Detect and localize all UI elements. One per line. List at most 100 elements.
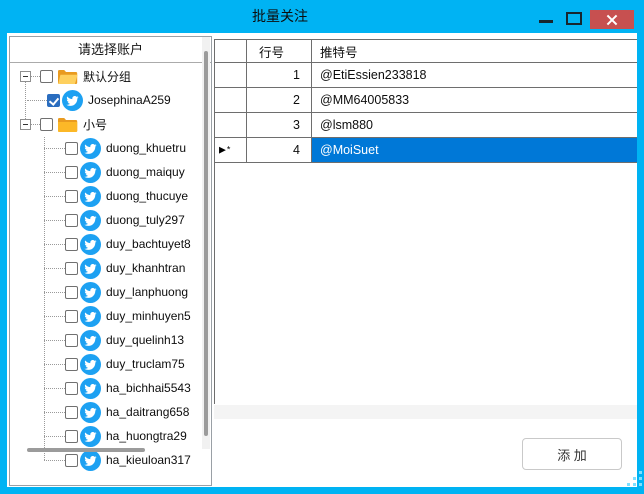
handle-column-header: 推特号 bbox=[312, 40, 637, 62]
tree-item-label: duong_tuly297 bbox=[106, 213, 185, 227]
tree-connector bbox=[44, 148, 65, 149]
checkbox[interactable] bbox=[65, 406, 78, 419]
tree-connector bbox=[44, 340, 65, 341]
table-body: 1@EtiEssien2338182@MM640058333@lsm880 ▶* 4… bbox=[215, 63, 637, 163]
tree-account-row[interactable]: duong_khuetru bbox=[10, 136, 202, 160]
twitter-icon bbox=[80, 402, 101, 423]
tree-connector bbox=[31, 124, 40, 125]
tree-item-label: 小号 bbox=[83, 116, 107, 133]
checkbox[interactable] bbox=[65, 430, 78, 443]
tree-horizontal-scrollbar-thumb[interactable] bbox=[27, 448, 145, 452]
tree-item-label: duy_lanphuong bbox=[106, 285, 188, 299]
table-row[interactable]: 1@EtiEssien233818 bbox=[215, 63, 637, 88]
checkbox[interactable] bbox=[65, 190, 78, 203]
checkbox[interactable] bbox=[65, 142, 78, 155]
checkbox[interactable] bbox=[65, 382, 78, 395]
twitter-icon bbox=[80, 450, 101, 471]
tree-item-label: 默认分组 bbox=[83, 68, 131, 85]
row-number-cell[interactable]: 2 bbox=[247, 88, 312, 112]
tree-account-row[interactable]: JosephinaA259 bbox=[10, 88, 202, 112]
account-tree-panel: 请选择账户 默认分组 JosephinaA259 小号 duong_khuetrudu… bbox=[9, 36, 212, 486]
row-header-cell[interactable]: ▶* bbox=[215, 138, 247, 162]
table-row[interactable]: ▶* 4@MoiSuet bbox=[215, 138, 637, 163]
tree-connector bbox=[44, 196, 65, 197]
row-header-cell[interactable] bbox=[215, 63, 247, 87]
tree-account-row[interactable]: duy_bachtuyet8 bbox=[10, 232, 202, 256]
tree-connector-line bbox=[25, 82, 26, 119]
twitter-icon bbox=[80, 378, 101, 399]
tree-item-label: duy_khanhtran bbox=[106, 261, 185, 275]
row-header-column-header bbox=[215, 40, 247, 62]
tree-account-row[interactable]: duy_lanphuong bbox=[10, 280, 202, 304]
tree-item-label: ha_daitrang658 bbox=[106, 405, 189, 419]
row-header-cell[interactable] bbox=[215, 113, 247, 137]
checkbox[interactable] bbox=[65, 334, 78, 347]
tree-vertical-scrollbar-thumb[interactable] bbox=[204, 51, 208, 436]
tree-account-row[interactable]: duy_quelinh13 bbox=[10, 328, 202, 352]
tree-account-row[interactable]: ha_daitrang658 bbox=[10, 400, 202, 424]
maximize-button[interactable] bbox=[566, 12, 582, 25]
row-header-cell[interactable] bbox=[215, 88, 247, 112]
checkbox[interactable] bbox=[47, 94, 60, 107]
table-header-row: 行号 推特号 bbox=[215, 40, 637, 63]
row-number-cell[interactable]: 4 bbox=[247, 138, 312, 162]
add-button[interactable]: 添 加 bbox=[522, 438, 622, 470]
handle-cell[interactable]: @MoiSuet bbox=[312, 138, 637, 162]
tree-item-label: duy_bachtuyet8 bbox=[106, 237, 191, 251]
checkbox[interactable] bbox=[65, 286, 78, 299]
handle-cell[interactable]: @EtiEssien233818 bbox=[312, 63, 637, 87]
tree-item-label: ha_bichhai5543 bbox=[106, 381, 191, 395]
tree-account-row[interactable]: duy_minhuyen5 bbox=[10, 304, 202, 328]
table-row[interactable]: 3@lsm880 bbox=[215, 113, 637, 138]
minimize-button[interactable] bbox=[539, 20, 553, 23]
twitter-icon bbox=[80, 330, 101, 351]
tree-connector bbox=[27, 100, 47, 101]
checkbox[interactable] bbox=[40, 70, 53, 83]
tree-connector bbox=[44, 460, 65, 461]
tree-account-row[interactable]: ha_bichhai5543 bbox=[10, 376, 202, 400]
collapse-icon[interactable] bbox=[20, 71, 31, 82]
window-title: 批量关注 bbox=[0, 0, 560, 33]
tree-account-row[interactable]: duong_maiquy bbox=[10, 160, 202, 184]
tree-item-label: duong_maiquy bbox=[106, 165, 185, 179]
tree-vertical-scrollbar[interactable] bbox=[202, 37, 210, 449]
checkbox[interactable] bbox=[65, 214, 78, 227]
checkbox[interactable] bbox=[65, 358, 78, 371]
close-button[interactable] bbox=[590, 10, 634, 29]
tree-panel-header: 请选择账户 bbox=[10, 37, 211, 63]
table-horizontal-scrollbar[interactable] bbox=[214, 405, 637, 419]
tree-item-label: duy_minhuyen5 bbox=[106, 309, 191, 323]
table-row[interactable]: 2@MM64005833 bbox=[215, 88, 637, 113]
row-number-cell[interactable]: 3 bbox=[247, 113, 312, 137]
checkbox[interactable] bbox=[65, 310, 78, 323]
tree-account-row[interactable]: duy_khanhtran bbox=[10, 256, 202, 280]
tree-item-label: JosephinaA259 bbox=[88, 93, 171, 107]
tree-item-label: duy_truclam75 bbox=[106, 357, 185, 371]
tree-account-row[interactable]: duong_thucuye bbox=[10, 184, 202, 208]
collapse-icon[interactable] bbox=[20, 119, 31, 130]
checkbox[interactable] bbox=[65, 262, 78, 275]
checkbox[interactable] bbox=[65, 454, 78, 467]
handle-cell[interactable]: @lsm880 bbox=[312, 113, 637, 137]
folder-open-icon bbox=[57, 68, 78, 85]
twitter-icon bbox=[80, 258, 101, 279]
tree-account-row[interactable]: duong_tuly297 bbox=[10, 208, 202, 232]
checkbox[interactable] bbox=[65, 238, 78, 251]
tree-group-row[interactable]: 默认分组 bbox=[10, 64, 202, 88]
tree-connector bbox=[44, 412, 65, 413]
twitter-icon bbox=[62, 90, 83, 111]
folder-icon bbox=[57, 116, 78, 133]
checkbox[interactable] bbox=[40, 118, 53, 131]
account-tree: 默认分组 JosephinaA259 小号 duong_khuetru duong_ma… bbox=[10, 64, 211, 485]
row-number-column-header: 行号 bbox=[247, 40, 312, 62]
tree-account-row[interactable]: duy_truclam75 bbox=[10, 352, 202, 376]
twitter-icon bbox=[80, 210, 101, 231]
current-row-marker: ▶* bbox=[219, 145, 231, 156]
tree-group-row[interactable]: 小号 bbox=[10, 112, 202, 136]
checkbox[interactable] bbox=[65, 166, 78, 179]
tree-connector bbox=[44, 172, 65, 173]
row-number-cell[interactable]: 1 bbox=[247, 63, 312, 87]
tree-account-row[interactable]: ha_huongtra29 bbox=[10, 424, 202, 448]
twitter-icon bbox=[80, 234, 101, 255]
handle-cell[interactable]: @MM64005833 bbox=[312, 88, 637, 112]
